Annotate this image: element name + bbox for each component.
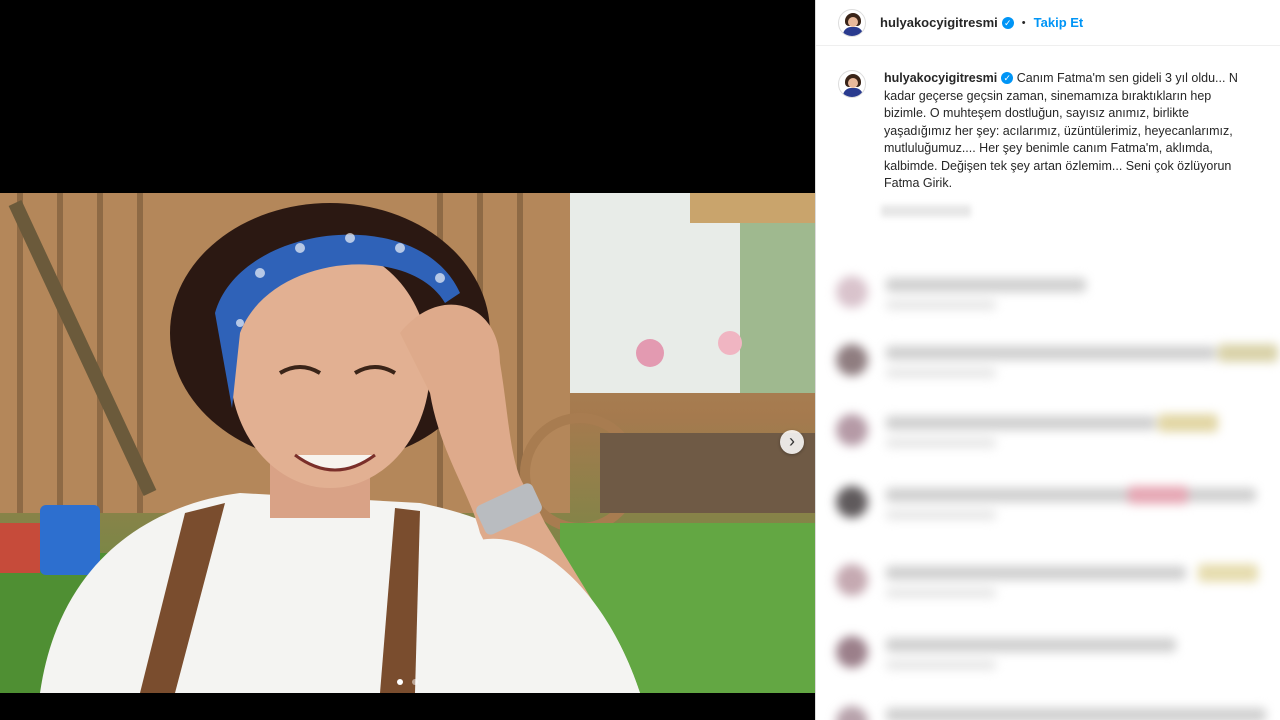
carousel-dot xyxy=(411,679,418,685)
comment-text-blurred xyxy=(886,346,1216,360)
comment-meta-blurred xyxy=(886,660,996,670)
comment-meta-blurred xyxy=(886,300,996,310)
chevron-right-icon: › xyxy=(789,431,795,451)
post-photo[interactable] xyxy=(0,193,815,693)
comment-meta-blurred xyxy=(886,438,996,448)
comment-text-blurred xyxy=(886,638,1176,652)
comment-item xyxy=(828,478,1280,528)
header-username[interactable]: hulyakocyigitresmi xyxy=(880,15,998,30)
comment-item xyxy=(828,268,1280,318)
comment-text-blurred xyxy=(886,488,1256,502)
caption-line: yaşadığımız her şey: acılarımız, üzüntül… xyxy=(884,123,1233,138)
comment-emoji-blurred xyxy=(1158,414,1218,432)
avatar[interactable] xyxy=(838,8,866,37)
comment-meta-blurred xyxy=(886,588,996,598)
comment-text-blurred xyxy=(886,708,1266,720)
post-header: hulyakocyigitresmi ✓ • Takip Et xyxy=(816,0,1280,46)
next-slide-button[interactable]: › xyxy=(780,430,804,454)
comment-emoji-blurred xyxy=(1218,344,1278,362)
carousel-dot xyxy=(397,679,404,685)
caption-line-text: Canım Fatma'm sen gideli 3 yıl oldu... N xyxy=(1016,71,1238,85)
caption: hulyakocyigitresmi ✓ Canım Fatma'm sen gi… xyxy=(816,46,1280,193)
comment-avatar xyxy=(836,486,868,518)
caption-line: bizimle. O muhteşem dostluğun, sayısız a… xyxy=(884,106,1189,120)
comment-emoji-blurred xyxy=(1198,564,1258,582)
comment-meta-blurred xyxy=(886,368,996,378)
caption-username[interactable]: hulyakocyigitresmi xyxy=(884,71,997,85)
comment-avatar xyxy=(836,414,868,446)
comment-text-blurred xyxy=(886,566,1186,580)
caption-meta-blurred xyxy=(881,204,971,217)
caption-line: hulyakocyigitresmi ✓ Canım Fatma'm sen gi… xyxy=(884,70,1280,88)
comment-emoji-blurred xyxy=(1128,486,1188,504)
comment-avatar xyxy=(836,706,868,720)
comment-avatar xyxy=(836,344,868,376)
caption-line: mutluluğumuz.... Her şey benimle canım F… xyxy=(884,141,1213,155)
comment-item xyxy=(828,628,1280,678)
post-photo-illustration xyxy=(0,193,815,693)
caption-line: kalbimde. Değişen tek şey artan özlemim.… xyxy=(884,158,1232,173)
follow-button[interactable]: Takip Et xyxy=(1034,15,1084,30)
carousel-dots xyxy=(0,672,815,690)
media-pane: › xyxy=(0,0,815,720)
caption-line: kadar geçerse geçsin zaman, sinemamıza b… xyxy=(884,88,1212,103)
verified-badge-icon: ✓ xyxy=(1001,72,1014,84)
post-side-panel: hulyakocyigitresmi ✓ • Takip Et hulyakoc… xyxy=(815,0,1280,720)
caption-avatar[interactable] xyxy=(838,70,866,98)
comment-text-blurred xyxy=(886,416,1156,430)
caption-text: hulyakocyigitresmi ✓ Canım Fatma'm sen gi… xyxy=(884,70,1280,193)
comment-item xyxy=(828,556,1280,606)
comment-item xyxy=(828,698,1280,720)
comment-item xyxy=(828,336,1280,386)
comment-avatar xyxy=(836,564,868,596)
comment-text-blurred xyxy=(886,278,1086,292)
verified-badge-icon: ✓ xyxy=(1001,16,1014,29)
comment-item xyxy=(828,406,1280,456)
comment-avatar xyxy=(836,636,868,668)
caption-line: Fatma Girik. xyxy=(884,176,953,190)
comment-meta-blurred xyxy=(886,510,996,520)
separator-dot: • xyxy=(1021,16,1026,29)
comment-avatar xyxy=(836,276,868,308)
